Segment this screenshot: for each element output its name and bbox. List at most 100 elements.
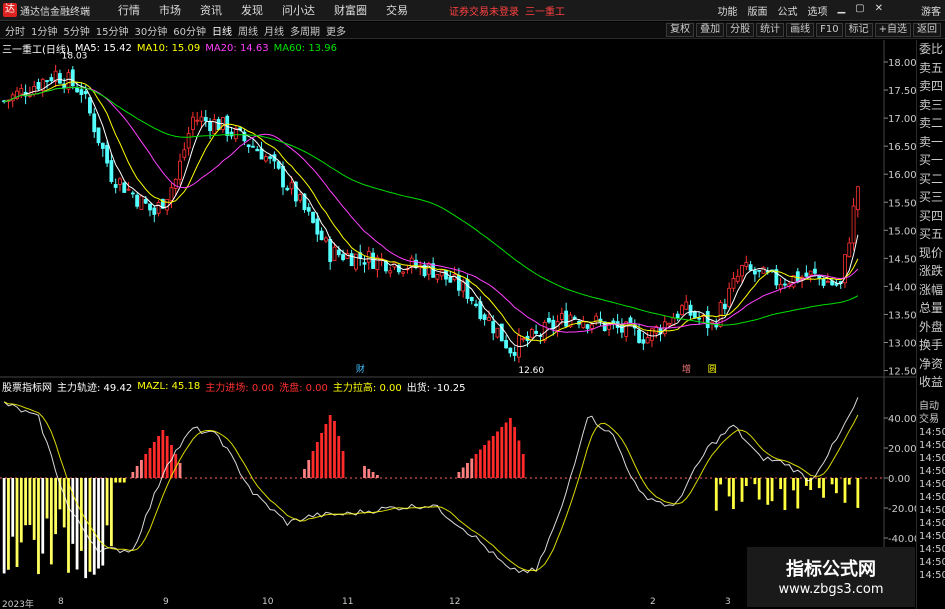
- event-marker[interactable]: 增: [682, 363, 691, 375]
- indicator-bar: [2, 478, 6, 574]
- watermark: 指标公式网 www.zbgs3.com: [747, 547, 915, 607]
- date-label: 11: [342, 597, 354, 607]
- guest-user[interactable]: 游客: [921, 3, 941, 18]
- indicator-bar: [92, 478, 96, 575]
- candle-body: [495, 327, 500, 338]
- indicator-bar: [461, 467, 465, 478]
- candle-body: [182, 149, 187, 158]
- panel-item[interactable]: 14:50: [917, 426, 945, 439]
- candle-body: [744, 262, 749, 267]
- indicator-bar: [49, 478, 53, 565]
- candle-body: [469, 296, 474, 302]
- event-marker[interactable]: 财: [356, 363, 365, 375]
- panel-item[interactable]: 14:50: [917, 504, 945, 517]
- watermark-title: 指标公式网: [786, 559, 876, 580]
- candle-body: [855, 186, 860, 211]
- candle-body: [594, 315, 599, 322]
- candle-body: [529, 329, 534, 338]
- candle-body: [109, 160, 114, 182]
- candle-body: [581, 321, 586, 328]
- candle-body: [667, 323, 671, 326]
- price-tick-label: 15.50: [888, 198, 916, 209]
- panel-item[interactable]: 14:50: [917, 478, 945, 491]
- price-tick-label: 17.00: [888, 114, 916, 125]
- candle-body: [289, 182, 294, 190]
- indicator-bar: [491, 436, 495, 478]
- candle-body: [362, 262, 367, 265]
- candle-body: [680, 305, 684, 315]
- indicator-bar: [148, 448, 152, 478]
- candle-body: [645, 337, 650, 344]
- indicator-bar: [847, 478, 851, 485]
- panel-item[interactable]: 14:50: [917, 569, 945, 582]
- indicator-bar: [165, 436, 169, 478]
- candle-body: [851, 205, 856, 244]
- indicator-bar: [856, 478, 860, 508]
- panel-item[interactable]: 14:50: [917, 517, 945, 530]
- indicator-bar: [67, 478, 70, 573]
- candle-body: [491, 321, 496, 334]
- candle-body: [139, 195, 144, 210]
- candle-body: [152, 207, 157, 215]
- panel-item[interactable]: 14:50: [917, 452, 945, 465]
- price-tick-label: 16.00: [888, 170, 916, 181]
- panel-item[interactable]: 交易: [917, 413, 945, 426]
- quote-label: 卖四: [918, 79, 943, 93]
- indicator-bar: [105, 478, 109, 526]
- panel-item[interactable]: 14:50: [917, 543, 945, 556]
- candle-body: [66, 72, 71, 90]
- panel-item[interactable]: 自动: [917, 400, 945, 413]
- panel-item[interactable]: 14:50: [917, 556, 945, 569]
- candle-body: [122, 182, 127, 193]
- candle-body: [135, 194, 140, 207]
- indicator-bar: [303, 469, 306, 478]
- candle-body: [83, 91, 88, 95]
- panel-item[interactable]: 14:50: [917, 530, 945, 543]
- indicator-field: 主力拉高: 0.00: [332, 383, 402, 394]
- price-tick-label: 14.50: [888, 254, 916, 265]
- indicator-bar: [324, 424, 328, 478]
- indicator-bar: [341, 451, 345, 478]
- indicator-bar: [152, 442, 156, 478]
- candle-body: [512, 352, 517, 356]
- ind-tick-label: -20.00: [888, 504, 916, 515]
- indicator-bar: [178, 463, 182, 478]
- price-tick-label: 13.00: [888, 339, 916, 350]
- candle-body: [79, 89, 84, 95]
- indicator-bar: [28, 478, 32, 525]
- indicator-bar: [41, 478, 45, 554]
- panel-item[interactable]: 14:50: [917, 439, 945, 452]
- indicator-field: 洗盘: 0.00: [279, 383, 328, 394]
- indicator-bar: [504, 422, 508, 478]
- indicator-bar: [161, 430, 165, 478]
- indicator-bar: [740, 478, 744, 502]
- candle-body: [246, 144, 251, 148]
- candle-body: [435, 273, 440, 280]
- candle-body: [148, 203, 152, 211]
- function-button[interactable]: 返回: [913, 23, 941, 37]
- candle-body: [354, 253, 358, 270]
- candle-body: [323, 237, 328, 242]
- candle-body: [624, 321, 629, 337]
- kline-chart[interactable]: 18.00 17.50 17.00 16.50 16.00 15.50 15.00 14.50…: [0, 0, 916, 609]
- candle-body: [641, 339, 646, 344]
- date-label: 12: [449, 597, 461, 607]
- quote-panel: 委比 卖五 卖四 卖三 卖二 卖一 买一 买二 买三 买四 买五 现价 涨跌 涨幅 总量 外盘 换手 净资 收益 自动…: [916, 40, 945, 609]
- panel-item[interactable]: 14:50: [917, 491, 945, 504]
- panel-item[interactable]: 14:50: [917, 465, 945, 478]
- event-marker[interactable]: 圆: [708, 364, 717, 375]
- quote-label: 卖三: [918, 97, 943, 112]
- indicator-bar: [478, 449, 482, 478]
- quote-label: 涨幅: [918, 282, 943, 297]
- candle-body: [315, 218, 320, 235]
- quote-label: 买五: [918, 227, 943, 241]
- indicator-bar: [114, 478, 118, 483]
- quote-label: 卖一: [918, 134, 943, 149]
- indicator-bar: [457, 472, 461, 478]
- indicator-field: MAZL: 45.18: [137, 381, 201, 392]
- candle-body: [735, 275, 740, 282]
- indicator-bar: [375, 475, 379, 478]
- indicator-bar: [719, 478, 722, 485]
- price-tick-label: 18.00: [888, 58, 916, 69]
- candle-body: [508, 347, 513, 354]
